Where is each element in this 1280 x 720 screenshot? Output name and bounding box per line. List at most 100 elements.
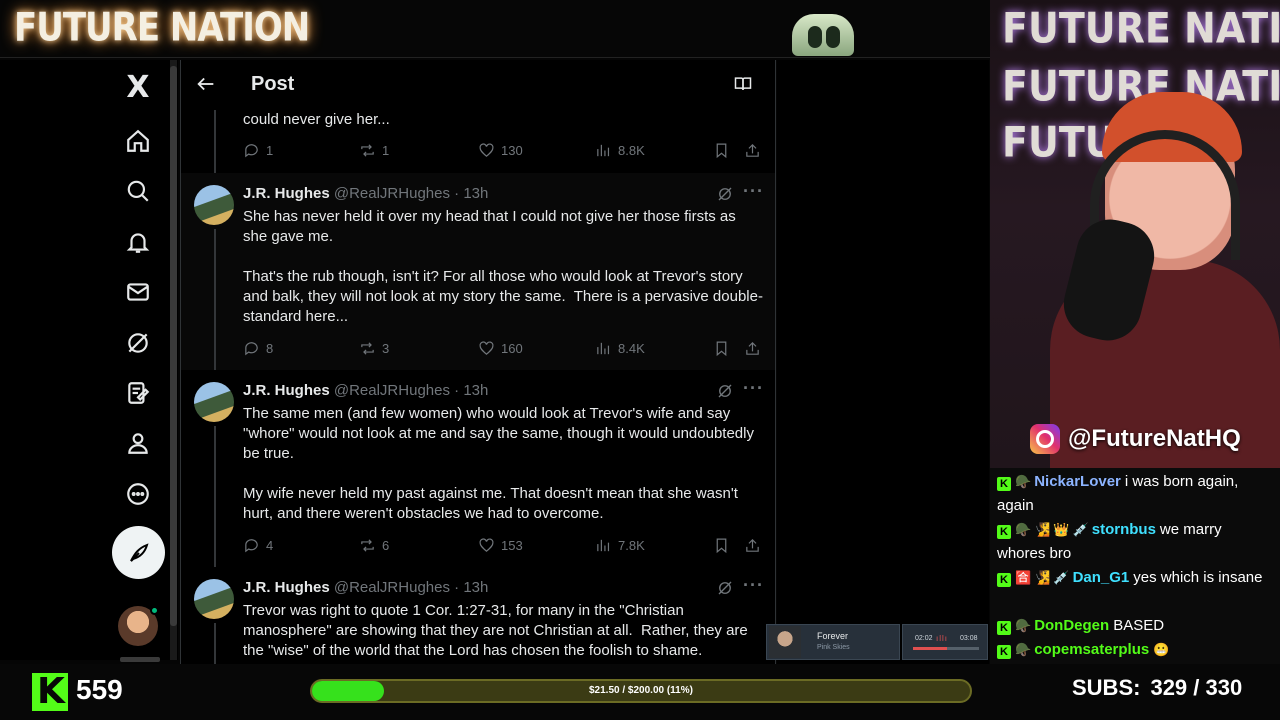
grok-icon	[718, 581, 732, 595]
grok-explain-button[interactable]	[716, 579, 734, 597]
song-title: Forever	[817, 631, 849, 641]
like-button[interactable]: 153	[478, 537, 523, 554]
repost-button[interactable]: 6	[359, 537, 389, 554]
search-icon[interactable]	[113, 166, 163, 216]
kick-badge-icon: K	[997, 621, 1011, 635]
horizontal-scrollbar[interactable]	[120, 657, 160, 662]
sidebar-scrollbar[interactable]	[170, 60, 177, 660]
reply-count: 1	[266, 143, 274, 158]
author-name[interactable]: J.R. Hughes	[243, 382, 330, 399]
chat-message: K 🪖 DonDegen BASED	[997, 614, 1273, 638]
repost-icon	[361, 342, 374, 355]
bookmark-button[interactable]	[713, 537, 730, 554]
grok-explain-button[interactable]	[716, 185, 734, 203]
donation-goal-bar: $21.50 / $200.00 (11%)	[310, 679, 972, 703]
banner-title: FUTURE NATION	[14, 5, 310, 51]
like-button[interactable]: 160	[478, 340, 523, 357]
views-button[interactable]: 8.4K	[595, 340, 645, 357]
author-handle[interactable]: @RealJRHughes	[334, 382, 450, 399]
like-button[interactable]: 130	[478, 142, 523, 159]
repost-icon	[361, 539, 374, 552]
back-button[interactable]	[195, 73, 219, 97]
tweet-actions: 1 1 130 8.8K	[243, 142, 763, 162]
more-options-button[interactable]: ···	[743, 378, 764, 399]
bookmark-button[interactable]	[713, 142, 730, 159]
more-options-button[interactable]: ···	[743, 575, 764, 596]
share-button[interactable]	[744, 537, 761, 554]
chat-text: BASED	[1113, 617, 1165, 634]
bell-icon[interactable]	[113, 217, 163, 267]
author-handle[interactable]: @RealJRHughes	[334, 579, 450, 596]
online-dot	[150, 606, 159, 615]
author-name[interactable]: J.R. Hughes	[243, 185, 330, 202]
compose-post-button[interactable]	[112, 526, 165, 579]
instagram-icon	[1030, 424, 1060, 454]
tweet-3[interactable]: J.R. Hughes @RealJRHughes · 13h ··· Trev…	[181, 567, 775, 664]
author-name[interactable]: J.R. Hughes	[243, 579, 330, 596]
grok-icon	[718, 187, 732, 201]
heart-icon	[479, 341, 494, 355]
kick-logo-icon	[32, 671, 68, 712]
crown-icon: 👑	[1053, 522, 1070, 537]
chat-username[interactable]: stornbus	[1092, 521, 1156, 538]
repost-button[interactable]: 3	[359, 340, 389, 357]
chat-username[interactable]: Dan_G1	[1073, 569, 1130, 586]
badge-emote-icon: 🪖	[1015, 522, 1032, 537]
reply-count: 8	[266, 341, 274, 356]
lists-icon[interactable]	[113, 368, 163, 418]
tweet-2[interactable]: J.R. Hughes @RealJRHughes · 13h ··· The …	[181, 370, 775, 567]
account-avatar[interactable]	[118, 606, 159, 646]
tweet-actions: 4 6 153 7.8K	[243, 537, 763, 557]
reader-mode-button[interactable]	[733, 74, 755, 96]
music-player-widget: 02:02 ıllı 03:08	[902, 624, 988, 660]
share-button[interactable]	[744, 142, 761, 159]
reply-button[interactable]: 4	[243, 537, 273, 554]
thread-line	[214, 110, 216, 173]
views-count: 8.8K	[618, 143, 645, 158]
bookmark-button[interactable]	[713, 340, 730, 357]
chat-username[interactable]: DonDegen	[1034, 617, 1109, 634]
song-progress	[913, 647, 979, 650]
views-button[interactable]: 7.8K	[595, 537, 645, 554]
share-button[interactable]	[744, 340, 761, 357]
x-logo[interactable]: X	[113, 62, 163, 112]
tweet-header: J.R. Hughes @RealJRHughes · 13h	[243, 579, 489, 596]
chat-username[interactable]: copemsaterplus	[1034, 641, 1149, 658]
tweet-time[interactable]: 13h	[463, 382, 488, 399]
x-sidebar: X	[0, 60, 178, 662]
views-button[interactable]: 8.8K	[595, 142, 645, 159]
share-icon	[746, 538, 759, 552]
badge-emote-icon: 🪖	[1015, 474, 1032, 489]
grok-icon[interactable]	[113, 318, 163, 368]
reply-button[interactable]: 8	[243, 340, 273, 357]
tweet-header: J.R. Hughes @RealJRHughes · 13h	[243, 382, 489, 399]
song-artist: Pink Skies	[817, 644, 850, 651]
repost-button[interactable]: 1	[359, 142, 389, 159]
mail-icon[interactable]	[113, 267, 163, 317]
sub-counter: SUBS: 329 / 330	[1072, 675, 1242, 701]
sword-icon: 💉	[1072, 522, 1089, 537]
profile-icon[interactable]	[113, 418, 163, 468]
author-avatar[interactable]	[194, 382, 234, 422]
tweet-text: could never give her...	[243, 111, 390, 128]
author-avatar[interactable]	[194, 579, 234, 619]
reply-button[interactable]: 1	[243, 142, 273, 159]
chat-username[interactable]: NickarLover	[1034, 473, 1121, 490]
tweet-time[interactable]: 13h	[463, 579, 488, 596]
chat-message: K 🪖 🧏 👑 💉 stornbus we marry whores bro	[997, 518, 1273, 566]
tweet-time[interactable]: 13h	[463, 185, 488, 202]
thread-line	[214, 229, 216, 370]
tweet-1[interactable]: J.R. Hughes @RealJRHughes · 13h ··· She …	[181, 173, 775, 370]
home-icon[interactable]	[113, 116, 163, 166]
author-avatar[interactable]	[194, 185, 234, 225]
more-icon[interactable]	[113, 469, 163, 519]
repost-count: 3	[382, 341, 390, 356]
donation-goal-text: $21.50 / $200.00 (11%)	[589, 685, 693, 696]
badge-emote-icon: 🧏	[1034, 570, 1051, 585]
grok-explain-button[interactable]	[716, 382, 734, 400]
scrollbar-thumb[interactable]	[170, 66, 177, 626]
author-handle[interactable]: @RealJRHughes	[334, 185, 450, 202]
song-progress-fill	[913, 647, 948, 650]
share-icon	[746, 143, 759, 157]
more-options-button[interactable]: ···	[743, 181, 764, 202]
